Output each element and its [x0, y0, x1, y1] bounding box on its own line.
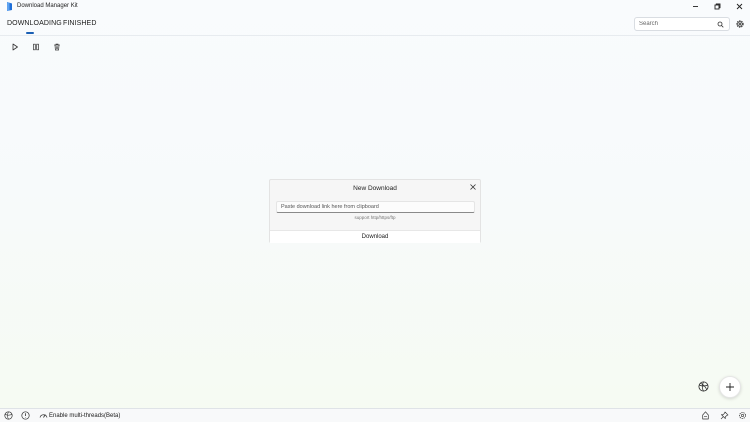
new-download-dialog: New Download support http/https/ftp Down…	[269, 179, 481, 243]
minimize-button[interactable]	[684, 0, 706, 13]
plus-icon	[726, 383, 734, 391]
download-button[interactable]: Download	[270, 230, 480, 243]
download-link-field[interactable]	[276, 201, 475, 213]
restore-button[interactable]	[706, 0, 728, 13]
dialog-close-icon[interactable]	[469, 183, 477, 191]
add-download-button[interactable]	[719, 376, 741, 398]
info-icon[interactable]	[21, 411, 30, 420]
title-bar: Download Manager Kit	[0, 0, 750, 13]
download-link-input[interactable]	[277, 204, 474, 210]
tab-downloading[interactable]: DOWNLOADING	[7, 19, 62, 29]
search-box[interactable]	[634, 17, 730, 31]
pin-icon[interactable]	[720, 411, 729, 420]
tachometer-icon[interactable]	[39, 411, 48, 420]
status-bar: Enable multi-threads(Beta)	[0, 408, 750, 422]
pause-icon	[33, 43, 39, 51]
trash-icon	[54, 43, 60, 51]
close-button[interactable]	[728, 0, 750, 13]
window-title: Download Manager Kit	[17, 3, 78, 9]
app-logo-icon	[7, 2, 12, 11]
start-button[interactable]	[9, 41, 21, 53]
dialog-title: New Download	[353, 185, 397, 192]
close-icon	[736, 3, 742, 10]
pause-button[interactable]	[30, 41, 42, 53]
minimize-icon	[692, 6, 698, 7]
supported-protocols-text: support http/https/ftp	[354, 215, 396, 220]
basketball-icon[interactable]	[4, 411, 13, 420]
ticket-icon[interactable]	[701, 411, 710, 420]
play-icon	[12, 43, 18, 51]
active-tab-indicator	[26, 32, 34, 34]
basketball-icon[interactable]	[698, 381, 709, 392]
search-icon	[717, 21, 724, 28]
restore-icon	[714, 3, 720, 10]
multithread-toggle[interactable]: Enable multi-threads(Beta)	[49, 412, 120, 420]
tab-finished[interactable]: FINISHED	[63, 19, 96, 29]
settings-gear-icon[interactable]	[735, 19, 745, 29]
delete-button[interactable]	[51, 41, 63, 53]
search-input[interactable]	[639, 21, 717, 27]
gear-icon[interactable]	[738, 411, 747, 420]
